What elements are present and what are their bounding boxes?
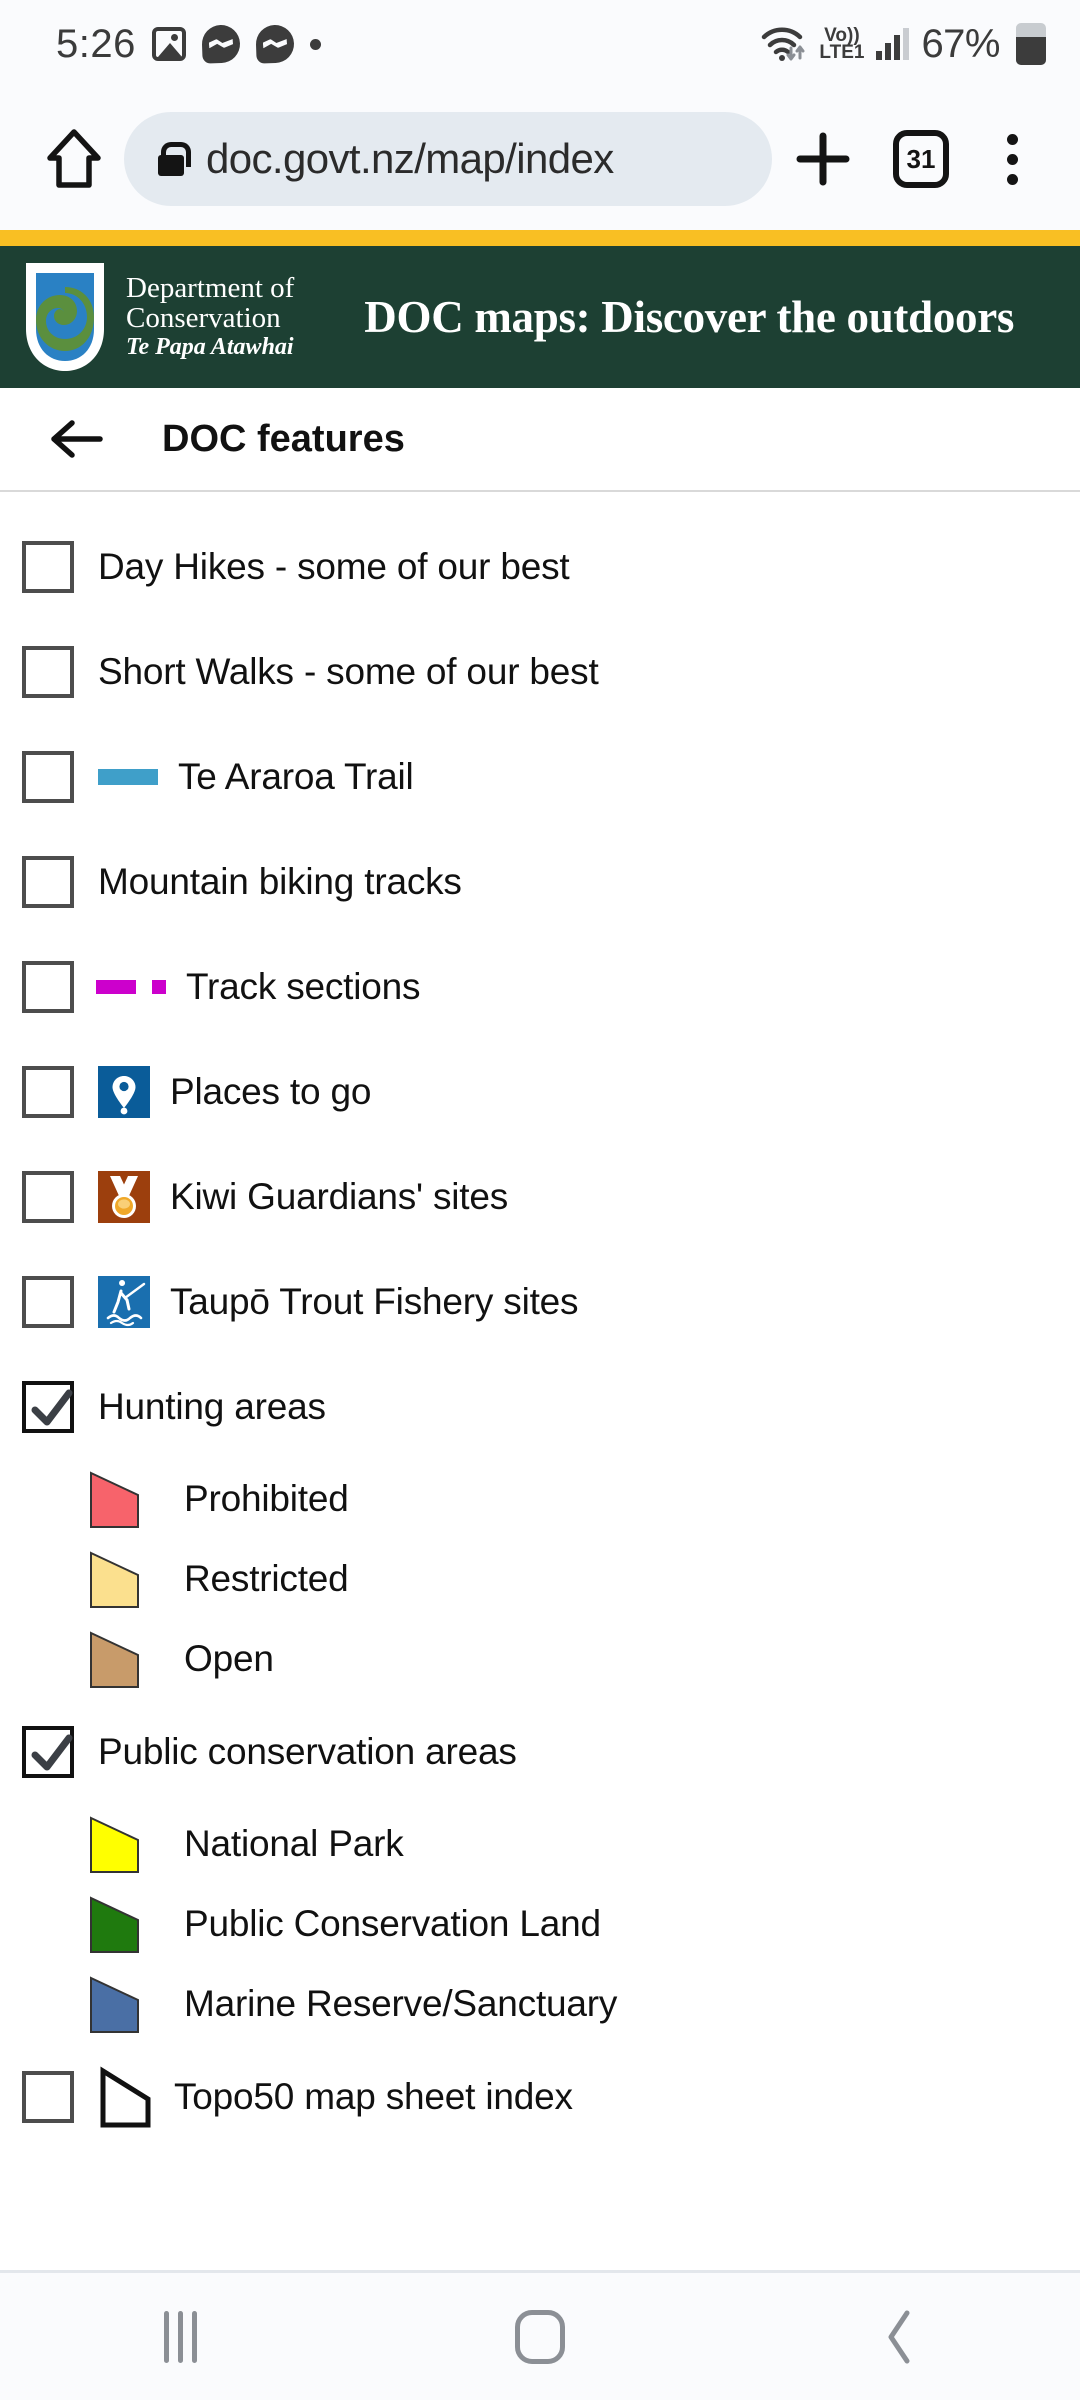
list-item[interactable]: Track sections	[0, 934, 1080, 1039]
url-bar[interactable]: doc.govt.nz/map/index	[124, 112, 772, 206]
logo-line-1: Department of	[126, 272, 295, 305]
te-araroa-line-swatch-icon	[98, 768, 158, 785]
legend-label: Marine Reserve/Sanctuary	[184, 1983, 618, 2024]
feature-checkbox[interactable]	[22, 1065, 74, 1118]
status-bar: 5:26 Vo)) LTE1 67%	[0, 0, 1080, 88]
feature-checkbox[interactable]	[22, 855, 74, 908]
legend-item: Prohibited	[0, 1459, 1080, 1539]
legend-label: Restricted	[184, 1558, 349, 1599]
gold-accent-bar	[0, 230, 1080, 246]
list-item[interactable]: Taupō Trout Fishery sites	[0, 1249, 1080, 1354]
hunting-areas-label: Hunting areas	[98, 1385, 326, 1427]
site-title: DOC maps: Discover the outdoors	[364, 292, 1015, 342]
medal-icon	[98, 1170, 150, 1223]
doc-shield-icon	[26, 263, 104, 371]
feature-checkbox[interactable]	[22, 750, 74, 803]
home-icon[interactable]	[28, 113, 120, 205]
legend-label: Public Conservation Land	[184, 1903, 601, 1944]
check-icon	[31, 1734, 73, 1770]
signal-bars-icon	[876, 28, 910, 60]
feature-label: Places to go	[170, 1070, 372, 1112]
list-item[interactable]: Day Hikes - some of our best	[0, 514, 1080, 619]
android-nav-bar	[0, 2270, 1080, 2400]
legend-item: Public Conservation Land	[0, 1884, 1080, 1964]
feature-label: Track sections	[186, 965, 421, 1007]
url-text: doc.govt.nz/map/index	[206, 135, 614, 182]
hunting-prohibited-polygon-icon	[90, 1471, 139, 1528]
list-item[interactable]: Mountain biking tracks	[0, 829, 1080, 934]
hunting-restricted-polygon-icon	[90, 1551, 139, 1608]
topo50-polygon-outline-icon	[100, 2066, 151, 2127]
status-bar-clock: 5:26	[56, 21, 136, 66]
legend-item: Marine Reserve/Sanctuary	[0, 1964, 1080, 2044]
marine-reserve-polygon-icon	[90, 1976, 139, 2033]
track-sections-dashed-line-icon	[96, 979, 166, 994]
national-park-polygon-icon	[90, 1816, 139, 1873]
list-item[interactable]: Places to go	[0, 1039, 1080, 1144]
messenger-icon	[201, 24, 241, 64]
status-bar-left: 5:26	[56, 22, 761, 67]
status-bar-right: Vo)) LTE1 67%	[761, 22, 1046, 67]
fly-fishing-icon	[98, 1275, 150, 1328]
lock-icon	[158, 142, 191, 176]
legend-label: Prohibited	[184, 1478, 349, 1519]
feature-checkbox[interactable]	[22, 960, 74, 1013]
public-conservation-areas-label: Public conservation areas	[98, 1730, 517, 1772]
feature-label: Day Hikes - some of our best	[98, 545, 570, 587]
feature-label: Kiwi Guardians' sites	[170, 1175, 509, 1217]
list-item[interactable]: Kiwi Guardians' sites	[0, 1144, 1080, 1249]
list-item-hunting-areas[interactable]: Hunting areas	[0, 1354, 1080, 1459]
logo-line-2: Conservation	[126, 301, 281, 334]
logo-line-3: Te Papa Atawhai	[126, 334, 294, 361]
doc-logo[interactable]: Department of Conservation Te Papa Atawh…	[22, 259, 294, 375]
feature-checkbox[interactable]	[22, 645, 74, 698]
page-title: DOC features	[162, 417, 405, 460]
feature-label: Short Walks - some of our best	[98, 650, 599, 692]
feature-label: Te Araroa Trail	[178, 755, 414, 797]
battery-percent-label: 67%	[921, 21, 1000, 66]
list-item-topo50[interactable]: Topo50 map sheet index	[0, 2044, 1080, 2149]
wifi-icon	[761, 26, 807, 62]
doc-logo-wordmark: Department of Conservation Te Papa Atawh…	[126, 274, 294, 360]
list-item[interactable]: Te Araroa Trail	[0, 724, 1080, 829]
panel-header: DOC features	[0, 388, 1080, 492]
legend-item: Open	[0, 1619, 1080, 1699]
battery-icon	[1016, 23, 1046, 65]
back-arrow-icon[interactable]	[34, 396, 120, 482]
browser-toolbar: doc.govt.nz/map/index 31	[0, 88, 1080, 230]
public-conservation-land-polygon-icon	[90, 1896, 139, 1953]
feature-checkbox[interactable]	[22, 540, 74, 593]
feature-label: Mountain biking tracks	[98, 860, 462, 902]
recents-icon[interactable]	[90, 2272, 270, 2400]
public-conservation-areas-checkbox[interactable]	[22, 1725, 74, 1778]
feature-checkbox[interactable]	[22, 1170, 74, 1223]
topo50-label: Topo50 map sheet index	[174, 2075, 573, 2117]
legend-item: Restricted	[0, 1539, 1080, 1619]
photo-icon	[151, 27, 186, 61]
home-icon[interactable]	[450, 2272, 630, 2400]
network-type-indicator: Vo)) LTE1	[819, 25, 865, 63]
list-item-public-conservation-areas[interactable]: Public conservation areas	[0, 1699, 1080, 1804]
legend-label: National Park	[184, 1823, 404, 1864]
hunting-areas-checkbox[interactable]	[22, 1380, 74, 1433]
feature-checkbox[interactable]	[22, 1275, 74, 1328]
topo50-checkbox[interactable]	[22, 2070, 74, 2123]
list-item[interactable]: Short Walks - some of our best	[0, 619, 1080, 724]
legend-label: Open	[184, 1638, 274, 1679]
feature-label: Taupō Trout Fishery sites	[170, 1280, 579, 1322]
back-icon[interactable]	[810, 2272, 990, 2400]
doc-features-list: Day Hikes - some of our best Short Walks…	[0, 492, 1080, 2149]
tab-count-label: 31	[893, 130, 949, 188]
map-pin-icon	[98, 1065, 150, 1118]
plus-icon[interactable]	[776, 112, 870, 206]
hunting-open-polygon-icon	[90, 1631, 139, 1688]
tab-counter-button[interactable]: 31	[874, 112, 968, 206]
legend-item: National Park	[0, 1804, 1080, 1884]
dot-icon	[309, 38, 321, 50]
overflow-menu-icon[interactable]	[972, 112, 1052, 206]
check-icon	[31, 1389, 73, 1425]
messenger-icon	[255, 24, 295, 64]
site-header: Department of Conservation Te Papa Atawh…	[0, 246, 1080, 388]
